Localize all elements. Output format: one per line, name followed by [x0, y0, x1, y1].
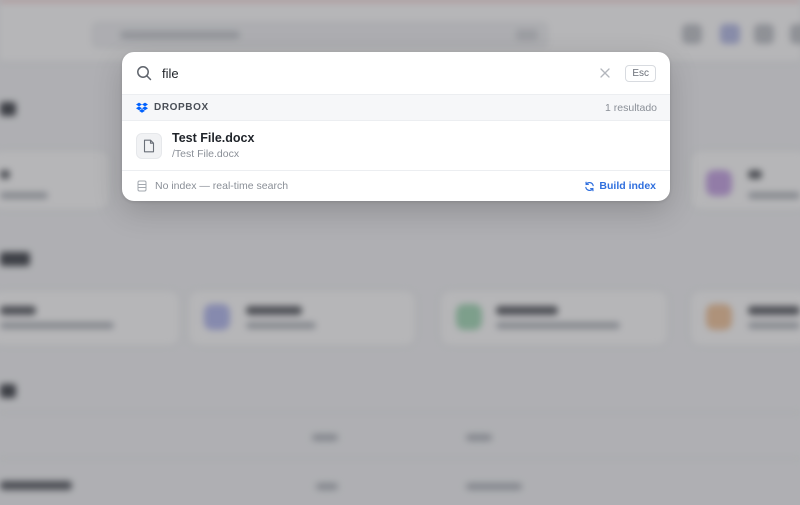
clear-search-icon[interactable] — [597, 65, 613, 81]
search-icon — [136, 65, 152, 81]
dropbox-icon — [136, 102, 148, 114]
result-group-header: DROPBOX 1 resultado — [122, 94, 670, 121]
result-text: Test File.docx /Test File.docx — [172, 131, 254, 161]
group-title: DROPBOX — [154, 102, 209, 113]
search-bar: Esc — [122, 52, 670, 94]
result-count: 1 resultado — [605, 101, 657, 114]
search-input[interactable] — [162, 63, 598, 83]
build-index-button[interactable]: Build index — [584, 180, 656, 192]
index-status: No index — real-time search — [155, 180, 289, 192]
file-icon — [136, 132, 162, 159]
refresh-icon — [584, 181, 595, 192]
build-index-label: Build index — [599, 180, 656, 192]
search-modal: Esc DROPBOX 1 resultado Test File.docx /… — [122, 52, 670, 201]
search-footer: No index — real-time search Build index — [122, 170, 670, 201]
database-icon — [136, 180, 148, 192]
esc-button[interactable]: Esc — [625, 64, 656, 82]
result-path: /Test File.docx — [172, 147, 240, 160]
result-name: Test File.docx — [172, 130, 255, 145]
search-result-item[interactable]: Test File.docx /Test File.docx — [122, 121, 670, 170]
